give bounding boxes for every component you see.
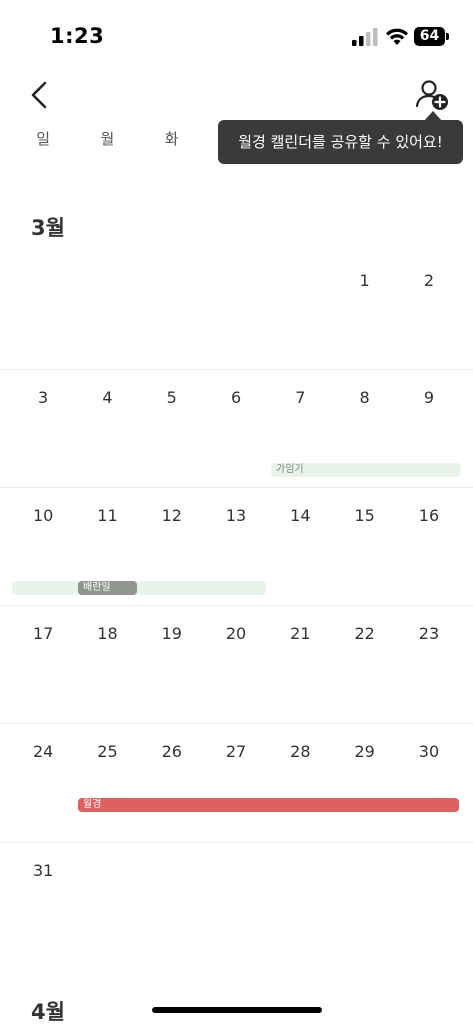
day-cell[interactable]: 7 [268,388,332,407]
week-divider [0,605,473,606]
back-button[interactable] [22,78,58,112]
week-divider [0,842,473,843]
battery-cap [446,33,449,40]
calendar-week: 31 [0,842,473,960]
status-time: 1:23 [50,24,105,48]
weekday-sun: 일 [36,130,51,148]
day-cell[interactable]: 12 [140,506,204,525]
event-ovulation-day[interactable]: 배란일 [78,581,137,595]
day-cell[interactable]: 27 [204,742,268,761]
day-cell[interactable]: 17 [11,624,75,643]
calendar-week: 17 18 19 20 21 22 23 [0,605,473,723]
home-indicator[interactable] [152,1007,322,1013]
day-cell[interactable]: 15 [333,506,397,525]
day-cell[interactable]: 29 [333,742,397,761]
day-cell[interactable]: 25 [75,742,139,761]
month-label-april: 4월 [31,1000,65,1024]
calendar-week: 12 [0,252,473,370]
event-fertile-window[interactable]: 가임기 [271,463,461,477]
day-cell[interactable]: 16 [397,506,461,525]
day-cell[interactable]: 31 [11,861,75,880]
day-cell[interactable]: 9 [397,388,461,407]
month-label-march: 3월 [31,216,65,240]
day-cell[interactable]: 11 [75,506,139,525]
week-divider [0,723,473,724]
share-tooltip[interactable]: 월경 캘린더를 공유할 수 있어요! [218,120,463,164]
day-cell[interactable]: 2 [397,271,461,290]
battery-level: 64 [414,27,445,46]
day-cell[interactable]: 8 [333,388,397,407]
status-bar: 1:23 64 [0,0,473,70]
day-cell[interactable]: 23 [397,624,461,643]
day-cell[interactable]: 28 [268,742,332,761]
day-cell[interactable]: 6 [204,388,268,407]
day-cell[interactable]: 13 [204,506,268,525]
day-cell[interactable]: 21 [268,624,332,643]
day-cell[interactable]: 20 [204,624,268,643]
week-divider [0,369,473,370]
day-cell[interactable]: 24 [11,742,75,761]
day-cell[interactable]: 4 [75,388,139,407]
day-cell[interactable]: 22 [333,624,397,643]
day-cell[interactable]: 30 [397,742,461,761]
share-calendar-button[interactable] [412,78,452,114]
day-cell[interactable]: 19 [140,624,204,643]
event-fertile-window-cont[interactable] [12,581,266,595]
day-cell[interactable]: 14 [268,506,332,525]
day-cell[interactable]: 1 [333,271,397,290]
week-divider [0,487,473,488]
day-cell[interactable]: 10 [11,506,75,525]
day-cell[interactable]: 18 [75,624,139,643]
day-cell[interactable]: 5 [140,388,204,407]
wifi-icon [386,28,408,45]
cellular-signal-icon [352,28,378,46]
calendar-week: 24 25 26 27 28 29 30 [0,723,473,841]
weekday-mon: 월 [100,130,115,148]
weekday-tue: 화 [164,130,179,148]
day-cell[interactable]: 26 [140,742,204,761]
day-cell[interactable]: 3 [11,388,75,407]
battery-indicator: 64 [414,27,450,46]
event-period[interactable]: 월경 [78,798,459,812]
